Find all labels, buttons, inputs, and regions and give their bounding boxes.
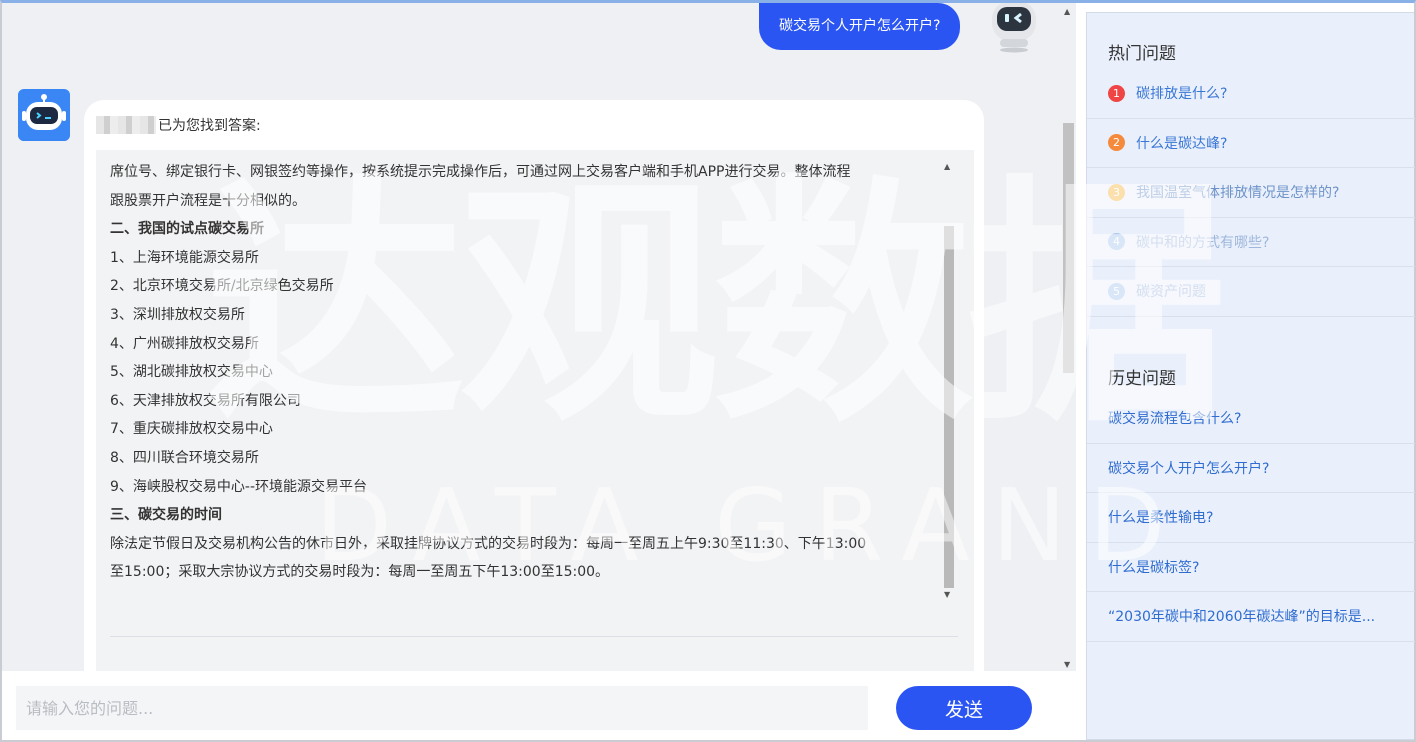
chat-scrollbar[interactable]: ▲ ▼ — [1060, 3, 1076, 671]
sidebar: 热门问题 1 碳排放是什么? 2 什么是碳达峰? 3 我国温室气体排放情况是怎样的? 4 碳中… — [1086, 12, 1415, 740]
scroll-up-arrow-icon[interactable]: ▲ — [944, 162, 950, 172]
answer-line: 8、四川联合环境交易所 — [110, 449, 259, 466]
hot-question-label: 什么是碳达峰? — [1136, 135, 1228, 152]
answer-line: 4、广州碳排放权交易所 — [110, 335, 259, 352]
history-question-item[interactable]: “2030年碳中和2060年碳达峰”的目标是... — [1087, 592, 1415, 642]
answer-header-text: 已为您找到答案: — [158, 118, 261, 134]
scroll-up-arrow-icon[interactable]: ▲ — [1064, 7, 1070, 16]
answer-line: 6、天津排放权交易所有限公司 — [110, 392, 301, 409]
hot-questions-list: 1 碳排放是什么? 2 什么是碳达峰? 3 我国温室气体排放情况是怎样的? 4 碳中和的方式有… — [1087, 69, 1415, 317]
history-question-item[interactable]: 碳交易个人开户怎么开户? — [1087, 444, 1415, 493]
answer-scrollbar-thumb[interactable] — [944, 226, 954, 588]
answer-card: 已为您找到答案: 席位号、绑定银行卡、网银签约等操作，按系统提示完成操作后，可通… — [84, 100, 984, 671]
history-questions-title: 历史问题 — [1108, 369, 1176, 389]
hot-question-item[interactable]: 4 碳中和的方式有哪些? — [1087, 218, 1415, 267]
hot-question-item[interactable]: 1 碳排放是什么? — [1087, 69, 1415, 119]
hot-question-label: 碳排放是什么? — [1136, 86, 1228, 103]
answer-content-box: 席位号、绑定银行卡、网银签约等操作，按系统提示完成操作后，可通过网上交易客户端和… — [96, 150, 974, 671]
chat-scrollbar-thumb[interactable] — [1063, 123, 1074, 373]
divider — [110, 636, 958, 637]
answer-line: 5、湖北碳排放权交易中心 — [110, 364, 273, 381]
answer-line: 除法定节假日及交易机构公告的休市日外，采取挂牌协议方式的交易时段为：每周一至周五… — [110, 535, 867, 552]
hot-question-label: 碳资产问题 — [1136, 284, 1206, 301]
assistant-robot-avatar — [18, 89, 70, 141]
history-question-item[interactable]: 碳交易流程包含什么? — [1087, 394, 1415, 444]
answer-header: 已为您找到答案: — [96, 115, 261, 135]
history-question-item[interactable]: 什么是柔性输电? — [1087, 493, 1415, 543]
answer-line: 2、北京环境交易所/北京绿色交易所 — [110, 278, 334, 295]
user-robot-avatar — [992, 3, 1036, 53]
answer-line: 7、重庆碳排放权交易中心 — [110, 421, 273, 438]
answer-line: 1、上海环境能源交易所 — [110, 249, 259, 266]
history-question-item[interactable]: 什么是碳标签? — [1087, 543, 1415, 592]
scroll-down-arrow-icon[interactable]: ▼ — [944, 590, 950, 600]
history-questions-list: 碳交易流程包含什么? 碳交易个人开户怎么开户? 什么是柔性输电? 什么是碳标签? “20… — [1087, 394, 1415, 642]
answer-line: 席位号、绑定银行卡、网银签约等操作，按系统提示完成操作后，可通过网上交易客户端和… — [110, 164, 851, 180]
user-message-bubble: 碳交易个人开户怎么开户? — [759, 3, 961, 50]
input-bar: 发送 — [2, 671, 1076, 740]
answer-section-heading: 二、我国的试点碳交易所 — [110, 221, 264, 238]
hot-question-item[interactable]: 2 什么是碳达峰? — [1087, 119, 1415, 168]
answer-scrollbar[interactable]: ▲ ▼ — [942, 162, 954, 600]
answer-line: 9、海峡股权交易中心--环境能源交易平台 — [110, 478, 368, 495]
hot-question-label: 我国温室气体排放情况是怎样的? — [1136, 185, 1340, 202]
hot-question-label: 碳中和的方式有哪些? — [1136, 234, 1270, 251]
answer-line: 至15:00；采取大宗协议方式的交易时段为：每周一至周五下午13:00至15:0… — [110, 564, 610, 581]
question-input[interactable] — [16, 686, 868, 730]
chat-area: 碳交易个人开户怎么开户? 已为您找到答案: 席位号、绑定银行卡、网银签约等操作，… — [2, 3, 1076, 671]
rank-badge: 1 — [1108, 84, 1125, 102]
rank-badge: 3 — [1108, 183, 1125, 201]
answer-text-scroll[interactable]: 席位号、绑定银行卡、网银签约等操作，按系统提示完成操作后，可通过网上交易客户端和… — [96, 150, 956, 600]
scroll-down-arrow-icon[interactable]: ▼ — [1064, 660, 1070, 669]
answer-line: 跟股票开户流程是十分相似的。 — [110, 192, 306, 209]
blurred-bot-name — [96, 116, 156, 134]
rank-badge: 2 — [1108, 134, 1125, 152]
answer-section-heading: 三、碳交易的时间 — [110, 507, 222, 524]
answer-line: 3、深圳排放权交易所 — [110, 306, 245, 323]
rank-badge: 5 — [1108, 282, 1125, 300]
send-button[interactable]: 发送 — [896, 686, 1032, 730]
hot-question-item[interactable]: 3 我国温室气体排放情况是怎样的? — [1087, 168, 1415, 218]
rank-badge: 4 — [1108, 233, 1125, 251]
hot-question-item[interactable]: 5 碳资产问题 — [1087, 267, 1415, 317]
hot-questions-title: 热门问题 — [1108, 44, 1176, 64]
